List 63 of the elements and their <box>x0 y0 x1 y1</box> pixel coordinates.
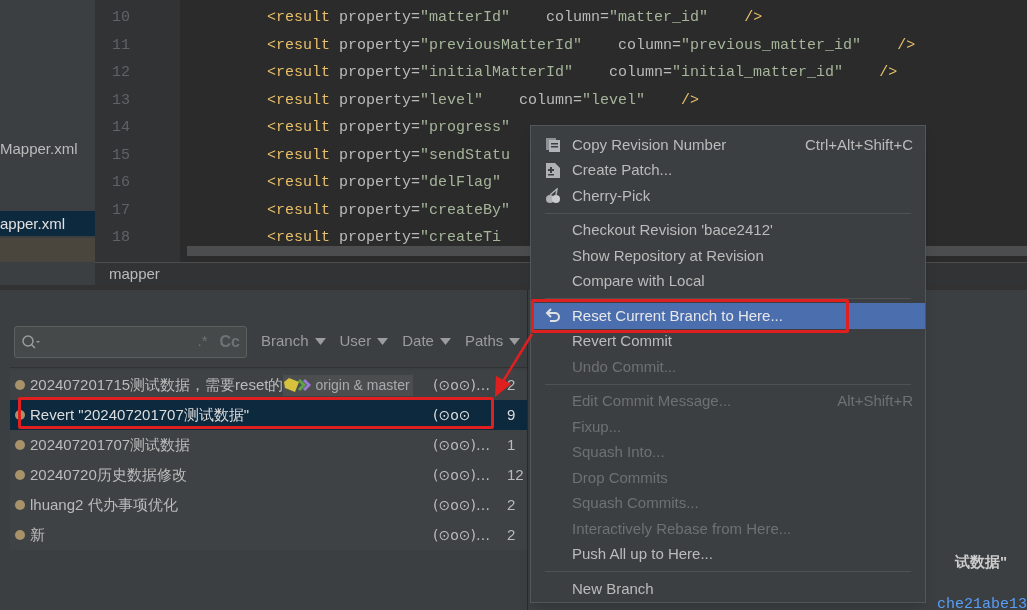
commit-message: 202407201707测试数据 <box>30 434 191 455</box>
commit-message: lhuang2 代办事项优化 <box>30 494 178 515</box>
commit-date: 1 <box>506 434 517 455</box>
code-line: <result property="matterId" column="matter_id" /> <box>267 8 763 28</box>
copy-icon <box>545 136 561 153</box>
search-icon <box>21 333 41 350</box>
menu-item[interactable]: Create Patch... <box>531 157 925 183</box>
commit-message: 20240720历史数据修改 <box>30 464 187 485</box>
commit-author: (⊙o⊙ <box>433 405 472 425</box>
caret-icon <box>439 338 451 345</box>
code-line: <result property="level" column="level" /> <box>267 90 700 111</box>
commit-date: 2 <box>506 374 517 395</box>
file-tree-item[interactable]: Mapper.xml <box>0 136 95 161</box>
commit-author: (⊙o⊙)… <box>433 525 491 545</box>
code-line: <result property="initialMatterId" column="initial_matter_id" /> <box>267 63 898 83</box>
commit-node-icon <box>15 410 25 420</box>
menu-item[interactable]: Reset Current Branch to Here... <box>531 303 925 329</box>
caret-icon <box>509 338 521 345</box>
menu-item[interactable]: New Branch <box>531 576 925 602</box>
commit-author: (⊙o⊙)… <box>433 435 491 455</box>
code-line: <result property="sendStatu <box>267 145 511 166</box>
commit-details-message: 试数据" <box>954 552 1007 572</box>
commit-date: 2 <box>506 494 517 515</box>
commit-author: (⊙o⊙)… <box>433 495 491 515</box>
caret-icon <box>377 338 389 345</box>
commit-hash-link[interactable]: che21abe13 <box>937 593 1027 610</box>
undo-icon <box>545 307 561 324</box>
cherry-icon <box>545 187 562 204</box>
code-line: <result property="progress" <box>267 118 511 138</box>
code-line: <result property="previousMatterId" column="previous_matter_id" /> <box>267 35 916 56</box>
commit-date: 2 <box>506 524 517 545</box>
menu-item[interactable]: Cherry-Pick <box>531 183 925 209</box>
commit-message: 新 <box>30 524 45 545</box>
menu-item[interactable]: Compare with Local <box>531 268 925 294</box>
commit-date: 12 <box>506 464 525 485</box>
menu-item[interactable]: Push All up to Here... <box>531 541 925 567</box>
commit-message: 202407201715测试数据，需要reset的 <box>30 374 284 395</box>
commit-date: 9 <box>506 404 517 425</box>
commit-author: (⊙o⊙)… <box>433 465 491 485</box>
commit-message: Revert "202407201707测试数据" <box>30 404 250 425</box>
commit-node-icon <box>15 530 25 540</box>
tag-icon <box>283 377 312 393</box>
commit-node-icon <box>15 500 25 510</box>
commit-node-icon <box>15 440 25 450</box>
code-line: <result property="createTi <box>267 228 502 248</box>
filter-dropdown[interactable]: User <box>339 330 389 353</box>
code-line: <result property="delFlag" <box>267 173 502 193</box>
menu-item[interactable]: Checkout Revision 'bace2412' <box>531 217 925 243</box>
menu-item[interactable]: Copy Revision Number Ctrl+Alt+Shift+C <box>531 132 925 158</box>
menu-item[interactable]: Revert Commit <box>531 328 925 354</box>
menu-item[interactable]: Show Repository at Revision <box>531 243 925 269</box>
breadcrumb-item[interactable]: mapper <box>109 262 160 286</box>
commit-node-icon <box>15 380 25 390</box>
commit-node-icon <box>15 470 25 480</box>
branch-label: origin & master <box>283 374 413 396</box>
commit-author: (⊙o⊙)… <box>433 375 491 395</box>
document-icon <box>545 161 561 179</box>
file-tree-item[interactable]: apper.xml <box>0 211 95 236</box>
code-line: <result property="createBy" <box>267 200 511 221</box>
filter-dropdown[interactable]: Date <box>402 330 451 353</box>
filter-dropdown[interactable]: Paths <box>464 330 521 353</box>
filter-dropdown[interactable]: Branch <box>261 330 326 353</box>
caret-icon <box>314 338 326 345</box>
